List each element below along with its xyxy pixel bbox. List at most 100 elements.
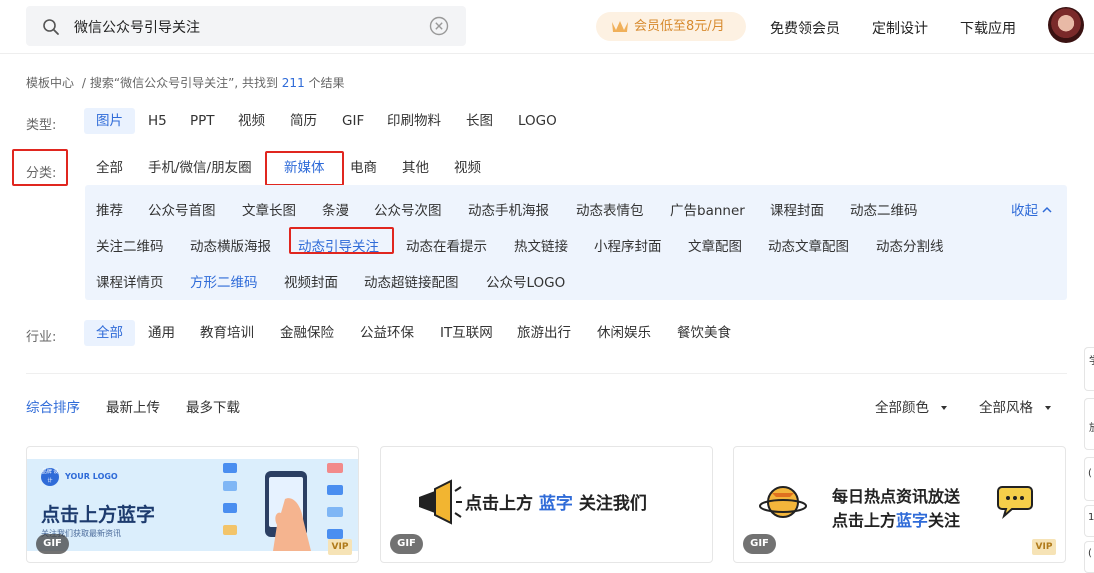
card-text-part: 点击上方 bbox=[465, 494, 533, 514]
template-card[interactable]: 品牌 设计 YOUR LOGO 点击上方蓝字 关注我们获取最新资讯 GIF VI… bbox=[26, 446, 359, 563]
subcategory-item[interactable]: 课程详情页 bbox=[96, 271, 164, 291]
search-box[interactable]: 微信公众号引导关注 bbox=[26, 6, 466, 46]
download-app-link[interactable]: 下载应用 bbox=[960, 18, 1016, 38]
category-option-all[interactable]: 全部 bbox=[96, 155, 123, 181]
collapse-subcategories-button[interactable]: 收起 bbox=[1011, 199, 1053, 219]
user-avatar[interactable] bbox=[1048, 7, 1084, 43]
card-text-highlight: 蓝字 bbox=[896, 511, 929, 530]
side-tool-label: 学 bbox=[1089, 356, 1094, 367]
industry-option[interactable]: 旅游出行 bbox=[517, 320, 571, 346]
side-tool-label: ( bbox=[1088, 548, 1092, 559]
logo-badge-icon: 品牌 设计 bbox=[41, 468, 59, 486]
subcategory-item[interactable]: 动态表情包 bbox=[576, 199, 644, 219]
industry-option[interactable]: 公益环保 bbox=[360, 320, 414, 346]
industry-option[interactable]: 休闲娱乐 bbox=[597, 320, 651, 346]
subcategory-item[interactable]: 公众号首图 bbox=[148, 199, 216, 219]
type-option-gif[interactable]: GIF bbox=[342, 108, 364, 134]
side-tool-button[interactable]: ( bbox=[1084, 457, 1094, 501]
color-filter-dropdown[interactable]: 全部颜色 bbox=[875, 396, 947, 416]
sort-most-downloads[interactable]: 最多下载 bbox=[186, 396, 240, 416]
type-option-h5[interactable]: H5 bbox=[148, 108, 167, 134]
side-tool-button[interactable]: ( bbox=[1084, 541, 1094, 573]
speech-bubble-icon bbox=[997, 486, 1033, 519]
subcategory-item[interactable]: 动态超链接配图 bbox=[364, 271, 459, 291]
category-option-mobile[interactable]: 手机/微信/朋友圈 bbox=[148, 155, 252, 181]
breadcrumb-home[interactable]: 模板中心 bbox=[26, 76, 74, 90]
category-option-video[interactable]: 视频 bbox=[454, 155, 481, 181]
subcategory-item[interactable]: 视频封面 bbox=[284, 271, 338, 291]
type-option-resume[interactable]: 简历 bbox=[290, 108, 317, 134]
sort-newest[interactable]: 最新上传 bbox=[106, 396, 160, 416]
subcategory-item[interactable]: 推荐 bbox=[96, 199, 123, 219]
vip-badge: VIP bbox=[1032, 539, 1056, 555]
subcategory-item[interactable]: 动态横版海报 bbox=[190, 235, 271, 255]
side-tool-button[interactable]: 1 bbox=[1084, 505, 1094, 537]
template-card[interactable]: 点击上方 蓝字 关注我们 GIF bbox=[380, 446, 713, 563]
subcategory-item[interactable]: 课程封面 bbox=[770, 199, 824, 219]
custom-design-link[interactable]: 定制设计 bbox=[872, 18, 928, 38]
search-icon bbox=[43, 19, 59, 35]
industry-option[interactable]: 金融保险 bbox=[280, 320, 334, 346]
subcategory-item[interactable]: 小程序封面 bbox=[594, 235, 662, 255]
megaphone-icon bbox=[419, 479, 462, 525]
industry-option[interactable]: 餐饮美食 bbox=[677, 320, 731, 346]
sort-comprehensive[interactable]: 综合排序 bbox=[26, 396, 80, 416]
subcategory-item[interactable]: 动态分割线 bbox=[876, 235, 944, 255]
template-card[interactable]: 每日热点资讯放送 点击上方蓝字关注 GIF VIP bbox=[733, 446, 1066, 563]
subcategory-item[interactable]: 关注二维码 bbox=[96, 235, 164, 255]
subcategory-item[interactable]: 文章配图 bbox=[688, 235, 742, 255]
side-tool-label: 1 bbox=[1088, 512, 1094, 523]
selected-subcategory-highlight bbox=[289, 227, 394, 254]
type-option-long-image[interactable]: 长图 bbox=[466, 108, 493, 134]
subcategory-item[interactable]: 动态二维码 bbox=[850, 199, 918, 219]
industry-option-all[interactable]: 全部 bbox=[84, 320, 135, 346]
free-vip-link[interactable]: 免费领会员 bbox=[770, 18, 840, 38]
phone-hand-illustration-icon bbox=[223, 463, 343, 551]
type-filter-label: 类型: bbox=[26, 118, 57, 133]
type-option-logo[interactable]: LOGO bbox=[518, 108, 557, 134]
subcategory-item[interactable]: 公众号次图 bbox=[374, 199, 442, 219]
breadcrumb-suffix: 个结果 bbox=[308, 76, 345, 90]
section-divider bbox=[26, 373, 1067, 374]
clear-search-icon[interactable] bbox=[429, 16, 449, 36]
gif-badge: GIF bbox=[743, 534, 776, 554]
vip-promo-button[interactable]: 会员低至8元/月 bbox=[596, 12, 746, 41]
side-tool-button[interactable]: 放 bbox=[1084, 398, 1094, 450]
subcategory-item[interactable]: 动态手机海报 bbox=[468, 199, 549, 219]
subcategory-item[interactable]: 动态在看提示 bbox=[406, 235, 487, 255]
top-header: 微信公众号引导关注 会员低至8元/月 免费领会员 定制设计 下载应用 bbox=[0, 0, 1094, 54]
side-tool-button[interactable]: 学 bbox=[1084, 347, 1094, 391]
style-filter-dropdown[interactable]: 全部风格 bbox=[979, 396, 1051, 416]
subcategory-item[interactable]: 公众号LOGO bbox=[486, 271, 565, 291]
gif-badge: GIF bbox=[390, 534, 423, 554]
subcategory-item[interactable]: 广告banner bbox=[670, 199, 745, 219]
vip-crown-icon bbox=[612, 21, 628, 32]
card-logo-text: YOUR LOGO bbox=[65, 472, 118, 481]
industry-option[interactable]: 通用 bbox=[148, 320, 175, 346]
type-option-print[interactable]: 印刷物料 bbox=[387, 108, 441, 134]
industry-option[interactable]: IT互联网 bbox=[440, 320, 493, 346]
subcategory-item[interactable]: 热文链接 bbox=[514, 235, 568, 255]
category-option-ecommerce[interactable]: 电商 bbox=[350, 155, 377, 181]
card-text: 点击上方 蓝字 关注我们 bbox=[465, 489, 647, 514]
subcategory-item[interactable]: 方形二维码 bbox=[190, 271, 258, 291]
type-option-video[interactable]: 视频 bbox=[238, 108, 265, 134]
subcategory-item[interactable]: 文章长图 bbox=[242, 199, 296, 219]
industry-option[interactable]: 教育培训 bbox=[200, 320, 254, 346]
subcategory-item[interactable]: 动态文章配图 bbox=[768, 235, 849, 255]
side-tool-label: ( bbox=[1088, 468, 1092, 479]
planet-icon bbox=[759, 486, 807, 518]
category-option-other[interactable]: 其他 bbox=[402, 155, 429, 181]
chevron-up-icon bbox=[1042, 206, 1052, 213]
result-count: 211 bbox=[281, 76, 305, 90]
collapse-label: 收起 bbox=[1011, 203, 1038, 219]
breadcrumb: 模板中心 / 搜索“微信公众号引导关注”, 共找到 211 个结果 bbox=[26, 74, 345, 91]
search-input[interactable]: 微信公众号引导关注 bbox=[74, 17, 200, 37]
new-media-highlight bbox=[265, 151, 344, 186]
subcategory-item[interactable]: 条漫 bbox=[322, 199, 349, 219]
gif-badge: GIF bbox=[36, 534, 69, 554]
card-text-highlight: 蓝字 bbox=[538, 494, 573, 514]
type-option-ppt[interactable]: PPT bbox=[190, 108, 215, 134]
vip-badge: VIP bbox=[328, 539, 352, 555]
type-option-image[interactable]: 图片 bbox=[84, 108, 135, 134]
